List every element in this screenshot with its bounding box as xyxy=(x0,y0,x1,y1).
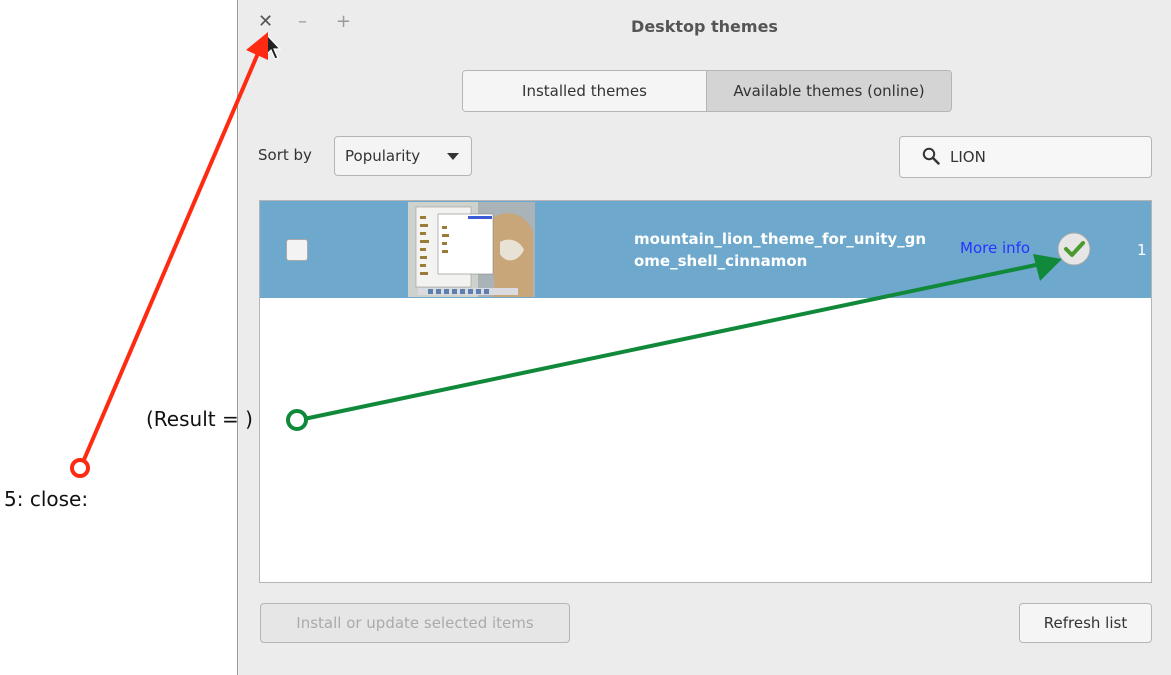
sort-dropdown[interactable]: Popularity xyxy=(334,136,472,176)
window-title: Desktop themes xyxy=(631,17,778,36)
theme-name: mountain_lion_theme_for_unity_gnome_shel… xyxy=(634,230,927,270)
search-input[interactable]: LION xyxy=(899,136,1152,178)
close-step-annotation: 5: close: xyxy=(4,487,89,511)
sort-value: Popularity xyxy=(345,147,421,165)
result-annotation: (Result = ) xyxy=(146,407,253,431)
theme-count: 1 xyxy=(1137,241,1147,259)
theme-source-tabs: Installed themes Available themes (onlin… xyxy=(462,70,952,112)
search-value: LION xyxy=(950,148,986,166)
theme-thumbnail xyxy=(408,202,535,297)
checkmark-icon xyxy=(1057,232,1091,266)
desktop-themes-window: ✕ – + Desktop themes Installed themes Av… xyxy=(237,0,1171,675)
titlebar: ✕ – + Desktop themes xyxy=(238,0,1171,60)
refresh-list-button[interactable]: Refresh list xyxy=(1019,603,1152,643)
select-theme-checkbox[interactable] xyxy=(286,239,308,261)
tab-available-themes[interactable]: Available themes (online) xyxy=(707,71,951,111)
install-update-button[interactable]: Install or update selected items xyxy=(260,603,570,643)
sort-by-label: Sort by xyxy=(258,146,312,164)
close-arrow-origin xyxy=(70,458,90,478)
chevron-down-icon xyxy=(447,153,459,160)
search-icon xyxy=(922,147,940,165)
close-arrow-line xyxy=(81,43,264,463)
more-info-link[interactable]: More info xyxy=(960,239,1030,257)
themes-list: mountain_lion_theme_for_unity_gnome_shel… xyxy=(259,200,1152,583)
list-item[interactable]: mountain_lion_theme_for_unity_gnome_shel… xyxy=(260,201,1151,298)
mouse-pointer-icon xyxy=(265,33,281,60)
tab-installed-themes[interactable]: Installed themes xyxy=(463,71,707,111)
